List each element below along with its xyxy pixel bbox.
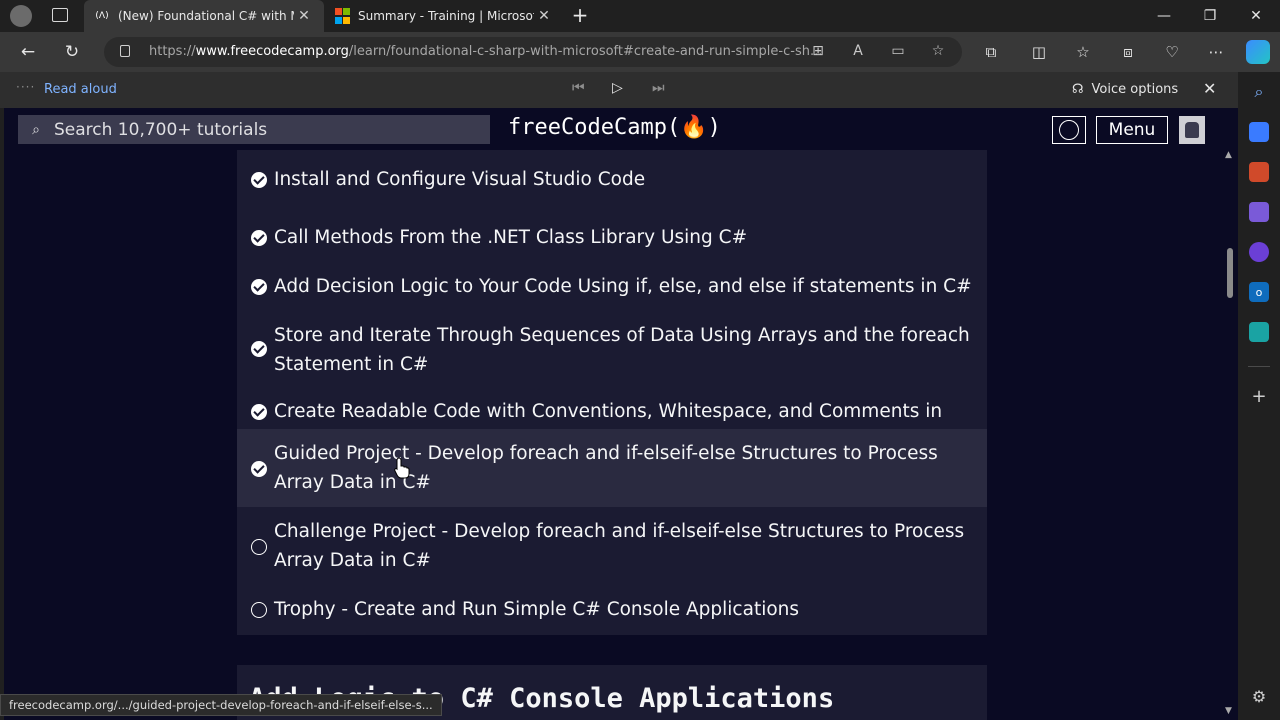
check-circle-icon bbox=[251, 404, 267, 420]
address-bar[interactable]: https://www.freecodecamp.org/learn/found… bbox=[104, 37, 962, 67]
search-placeholder: Search 10,700+ tutorials bbox=[54, 119, 268, 140]
favorite-star-icon[interactable]: ☆ bbox=[928, 43, 948, 61]
back-button[interactable]: ← bbox=[14, 38, 42, 66]
address-toolbar: ← ↻ https://www.freecodecamp.org/learn/f… bbox=[0, 32, 1280, 72]
check-circle-icon bbox=[251, 172, 267, 188]
list-item[interactable]: Add Decision Logic to Your Code Using if… bbox=[237, 257, 987, 306]
close-tab-icon[interactable]: ✕ bbox=[294, 8, 314, 24]
tab-microsoft-training[interactable]: Summary - Training | Microsoft L ✕ bbox=[324, 0, 564, 32]
minimize-button[interactable]: — bbox=[1141, 0, 1187, 32]
list-item[interactable]: Install and Configure Visual Studio Code bbox=[237, 150, 987, 208]
tab-title: Summary - Training | Microsoft L bbox=[358, 9, 534, 23]
microsoft-logo-icon bbox=[334, 8, 350, 24]
favorites-icon[interactable]: ☆ bbox=[1069, 38, 1097, 66]
close-window-button[interactable]: ✕ bbox=[1233, 0, 1279, 32]
empty-circle-icon bbox=[251, 539, 267, 555]
browser-essentials-icon[interactable]: ♡ bbox=[1158, 38, 1186, 66]
web-page: ⌕ Search 10,700+ tutorials freeCodeCamp(… bbox=[4, 108, 1238, 720]
globe-icon bbox=[1059, 120, 1079, 140]
list-item[interactable]: Challenge Project - Develop foreach and … bbox=[237, 507, 987, 585]
freecodecamp-logo[interactable]: freeCodeCamp(🔥) bbox=[508, 115, 721, 140]
sidebar-divider bbox=[1248, 366, 1270, 367]
tab-actions-icon[interactable] bbox=[52, 8, 68, 22]
app-available-icon[interactable]: ⊞ bbox=[808, 43, 828, 61]
games-icon[interactable] bbox=[1249, 202, 1269, 222]
more-options-icon[interactable]: ⋯ bbox=[1202, 38, 1230, 66]
new-tab-button[interactable]: + bbox=[568, 4, 592, 28]
voice-options-label: Voice options bbox=[1091, 82, 1179, 97]
outlook-icon[interactable]: o bbox=[1249, 282, 1269, 302]
search-icon[interactable]: ⌕ bbox=[1249, 82, 1269, 102]
drag-handle-icon[interactable]: ···· bbox=[16, 80, 35, 94]
voice-icon: ☊ bbox=[1072, 82, 1084, 97]
drop-icon[interactable] bbox=[1249, 322, 1269, 342]
microsoft-365-icon[interactable] bbox=[1249, 242, 1269, 262]
list-item[interactable]: Create Readable Code with Conventions, W… bbox=[237, 384, 987, 451]
menu-button[interactable]: Menu bbox=[1096, 116, 1168, 144]
list-item[interactable]: Trophy - Create and Run Simple C# Consol… bbox=[237, 585, 987, 635]
read-aloud-icon[interactable]: A bbox=[848, 43, 868, 61]
tab-freecodecamp[interactable]: (Λ) (New) Foundational C# with Mic ✕ bbox=[84, 0, 324, 32]
list-item[interactable]: Call Methods From the .NET Class Library… bbox=[237, 208, 987, 257]
empty-circle-icon bbox=[251, 602, 267, 618]
edge-sidebar: ⌕ o + ⚙ bbox=[1238, 72, 1280, 720]
lock-icon[interactable] bbox=[120, 45, 130, 57]
read-aloud-bar: ···· Read aloud ⏮ ▷ ⏭ ☊ Voice options ✕ bbox=[0, 72, 1238, 108]
tab-title: (New) Foundational C# with Mic bbox=[118, 9, 294, 23]
search-input[interactable]: ⌕ Search 10,700+ tutorials bbox=[18, 115, 490, 144]
list-item[interactable]: Store and Iterate Through Sequences of D… bbox=[237, 306, 987, 384]
tools-icon[interactable] bbox=[1249, 162, 1269, 182]
play-icon[interactable]: ▷ bbox=[612, 80, 623, 96]
freecodecamp-favicon: (Λ) bbox=[95, 11, 109, 21]
check-circle-icon bbox=[251, 341, 267, 357]
scrollbar-thumb[interactable] bbox=[1227, 248, 1233, 298]
check-circle-icon bbox=[251, 279, 267, 295]
immersive-reader-icon[interactable]: ▭ bbox=[888, 43, 908, 61]
search-icon: ⌕ bbox=[32, 121, 40, 138]
shopping-icon[interactable] bbox=[1249, 122, 1269, 142]
scroll-down-icon[interactable]: ▼ bbox=[1225, 706, 1232, 716]
previous-paragraph-icon[interactable]: ⏮ bbox=[572, 80, 585, 96]
list-item-hovered[interactable]: Guided Project - Develop foreach and if-… bbox=[237, 429, 987, 507]
url-text: https://www.freecodecamp.org/learn/found… bbox=[149, 44, 823, 59]
lesson-list: Install and Configure Visual Studio Code… bbox=[237, 150, 987, 635]
collections-icon[interactable]: ⧈ bbox=[1114, 38, 1142, 66]
refresh-button[interactable]: ↻ bbox=[58, 38, 86, 66]
fcc-navbar: ⌕ Search 10,700+ tutorials freeCodeCamp(… bbox=[4, 108, 1222, 150]
add-sidebar-app-icon[interactable]: + bbox=[1249, 386, 1269, 407]
title-bar: (Λ) (New) Foundational C# with Mic ✕ Sum… bbox=[0, 0, 1280, 32]
scroll-up-icon[interactable]: ▲ bbox=[1225, 150, 1232, 160]
extensions-icon[interactable]: ⧉ bbox=[977, 38, 1005, 66]
settings-gear-icon[interactable]: ⚙ bbox=[1249, 686, 1269, 706]
restore-button[interactable]: ❐ bbox=[1187, 0, 1233, 32]
voice-options-button[interactable]: ☊ Voice options bbox=[1072, 82, 1178, 97]
page-scrollbar[interactable]: ▲ ▼ bbox=[1222, 150, 1238, 720]
close-read-aloud-icon[interactable]: ✕ bbox=[1203, 79, 1216, 98]
read-aloud-label: Read aloud bbox=[44, 82, 117, 97]
close-tab-icon[interactable]: ✕ bbox=[534, 8, 554, 24]
language-globe-button[interactable] bbox=[1052, 116, 1086, 144]
profile-avatar[interactable] bbox=[10, 5, 32, 27]
split-screen-icon[interactable]: ◫ bbox=[1025, 38, 1053, 66]
copilot-icon[interactable] bbox=[1246, 40, 1270, 64]
check-circle-icon bbox=[251, 461, 267, 477]
camper-avatar-icon bbox=[1185, 122, 1199, 138]
link-preview-status: freecodecamp.org/.../guided-project-deve… bbox=[0, 694, 442, 716]
check-circle-icon bbox=[251, 230, 267, 246]
user-avatar[interactable] bbox=[1179, 116, 1205, 144]
next-paragraph-icon[interactable]: ⏭ bbox=[652, 80, 665, 96]
